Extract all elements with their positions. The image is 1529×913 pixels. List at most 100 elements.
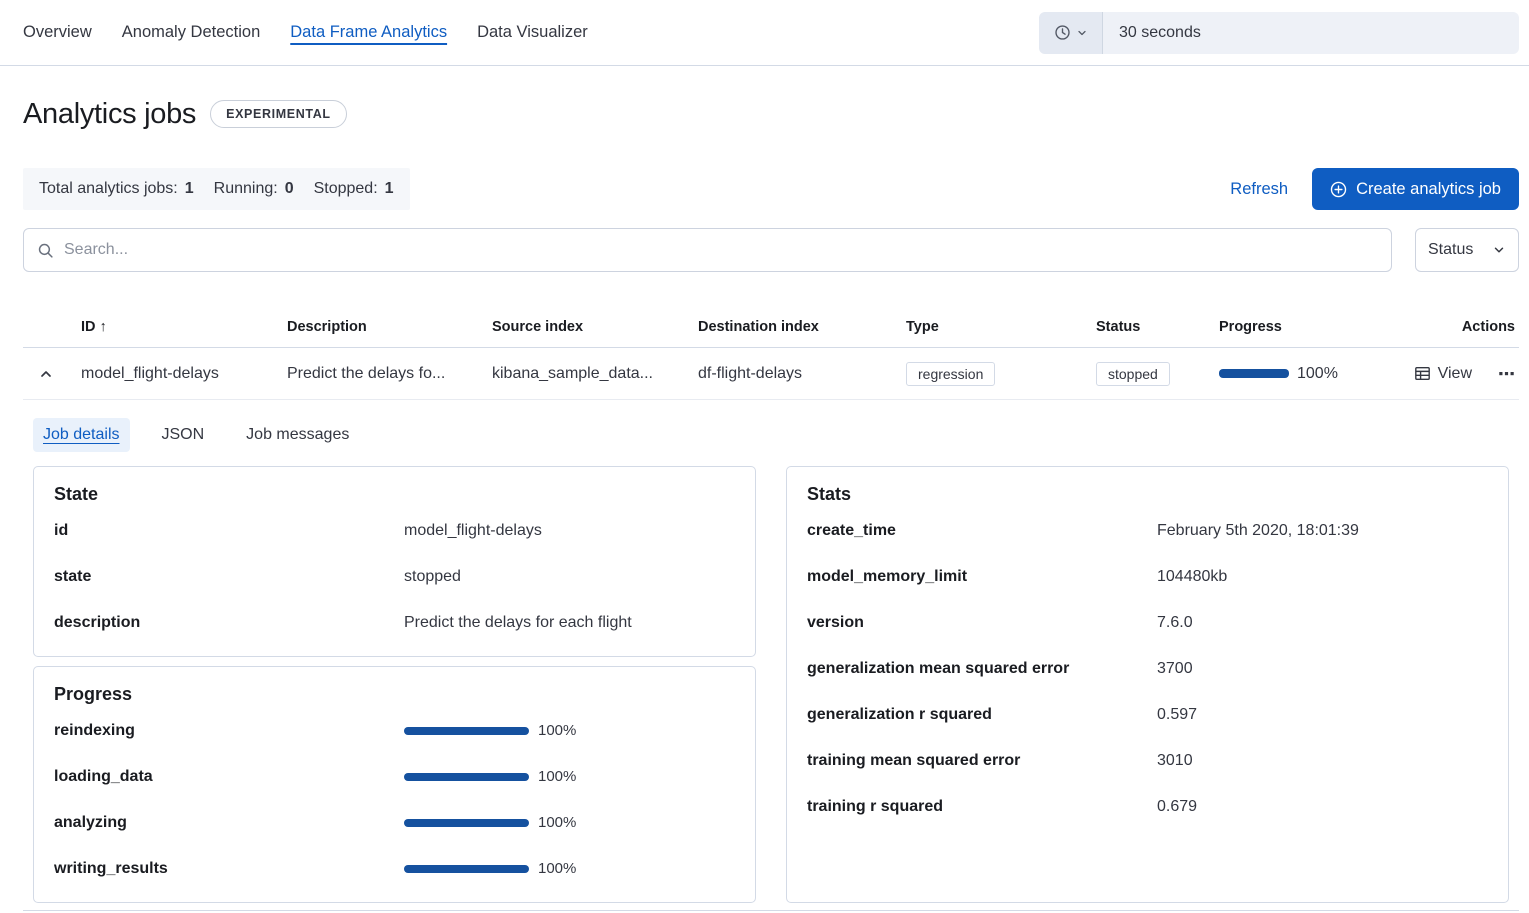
state-id-label: id (54, 519, 404, 543)
state-panel: State id model_flight-delays state stopp… (33, 466, 756, 657)
header-source-index[interactable]: Source index (492, 319, 698, 335)
clock-icon (1054, 24, 1071, 41)
tab-json[interactable]: JSON (152, 418, 215, 452)
table-row: model_flight-delays Predict the delays f… (23, 348, 1519, 400)
running-jobs-label: Running: (214, 180, 278, 198)
chevron-down-icon (1492, 243, 1506, 257)
type-badge: regression (906, 362, 995, 386)
analyzing-label: analyzing (54, 811, 404, 835)
analytics-jobs-table: ID↑ Description Source index Destination… (23, 306, 1519, 400)
generalization-mse-label: generalization mean squared error (807, 657, 1157, 681)
stats-row-create-time: create_time February 5th 2020, 18:01:39 (807, 508, 1488, 554)
tab-anomaly-detection[interactable]: Anomaly Detection (122, 23, 261, 42)
generalization-mse-value: 3700 (1157, 657, 1488, 681)
training-r-squared-label: training r squared (807, 795, 1157, 819)
progress-row-writing-results: writing_results 100% (54, 846, 735, 892)
reindexing-progress-bar (404, 727, 529, 735)
view-label: View (1438, 365, 1472, 383)
status-badge: stopped (1096, 362, 1170, 386)
loading-data-progress-value: 100% (538, 765, 576, 789)
stopped-jobs-label: Stopped: (314, 180, 378, 198)
tab-overview[interactable]: Overview (23, 23, 92, 42)
loading-data-label: loading_data (54, 765, 404, 789)
analyzing-progress-value: 100% (538, 811, 576, 835)
tab-job-messages[interactable]: Job messages (236, 418, 359, 452)
state-row-description: description Predict the delays for each … (54, 600, 735, 646)
generalization-r-squared-value: 0.597 (1157, 703, 1488, 727)
training-mse-label: training mean squared error (807, 749, 1157, 773)
sort-ascending-icon: ↑ (100, 319, 107, 335)
stats-row-training-r-squared: training r squared 0.679 (807, 784, 1488, 830)
total-jobs-stat: Total analytics jobs: 1 (39, 180, 194, 198)
cell-source-index: kibana_sample_data... (492, 365, 698, 383)
state-id-value: model_flight-delays (404, 519, 735, 543)
cell-actions: View (1390, 365, 1519, 383)
model-memory-limit-label: model_memory_limit (807, 565, 1157, 589)
cell-destination-index: df-flight-delays (698, 365, 906, 383)
chevron-up-icon (38, 366, 54, 382)
header-actions: Actions (1390, 319, 1519, 335)
header-destination-index[interactable]: Destination index (698, 319, 906, 335)
filter-row: Status (23, 228, 1519, 272)
page-header: Analytics jobs EXPERIMENTAL (23, 88, 1519, 140)
search-input[interactable] (64, 241, 1378, 259)
refresh-interval-settings-button[interactable] (1039, 12, 1103, 54)
total-jobs-value: 1 (185, 180, 194, 198)
search-box (23, 228, 1392, 272)
stats-row-generalization-r-squared: generalization r squared 0.597 (807, 692, 1488, 738)
header-actions: Refresh Create analytics job (1230, 168, 1519, 210)
all-actions-button[interactable] (1498, 365, 1515, 382)
view-job-button[interactable]: View (1414, 365, 1472, 383)
header-status[interactable]: Status (1096, 319, 1219, 335)
create-analytics-job-button[interactable]: Create analytics job (1312, 168, 1519, 210)
tab-data-frame-analytics[interactable]: Data Frame Analytics (290, 23, 447, 42)
refresh-interval-control: 30 seconds (1039, 12, 1519, 54)
training-mse-value: 3010 (1157, 749, 1488, 773)
writing-results-progress-bar (404, 865, 529, 873)
tab-data-visualizer[interactable]: Data Visualizer (477, 23, 588, 42)
status-filter-label: Status (1428, 241, 1473, 259)
progress-bar (1219, 369, 1289, 378)
refresh-button[interactable]: Refresh (1230, 180, 1288, 199)
header-description[interactable]: Description (287, 319, 492, 335)
progress-row-loading-data: loading_data 100% (54, 754, 735, 800)
stats-row-training-mse: training mean squared error 3010 (807, 738, 1488, 784)
cell-status: stopped (1096, 362, 1219, 386)
collapse-row-button[interactable] (38, 366, 54, 382)
writing-results-label: writing_results (54, 857, 404, 881)
tab-job-details[interactable]: Job details (33, 418, 130, 452)
progress-row-analyzing: analyzing 100% (54, 800, 735, 846)
generalization-r-squared-label: generalization r squared (807, 703, 1157, 727)
state-description-label: description (54, 611, 404, 635)
reindexing-progress-value: 100% (538, 719, 576, 743)
header-progress[interactable]: Progress (1219, 319, 1390, 335)
status-filter-dropdown[interactable]: Status (1415, 228, 1519, 272)
create-time-value: February 5th 2020, 18:01:39 (1157, 519, 1488, 543)
ml-nav-tabs: Overview Anomaly Detection Data Frame An… (23, 23, 588, 42)
search-icon (37, 242, 54, 259)
stopped-jobs-stat: Stopped: 1 (314, 180, 394, 198)
total-jobs-label: Total analytics jobs: (39, 180, 178, 198)
cell-type: regression (906, 362, 1096, 386)
create-analytics-job-label: Create analytics job (1356, 180, 1501, 199)
state-description-value: Predict the delays for each flight (404, 611, 735, 635)
create-time-label: create_time (807, 519, 1157, 543)
header-id[interactable]: ID↑ (81, 319, 287, 335)
stats-panel: Stats create_time February 5th 2020, 18:… (786, 466, 1509, 903)
table-icon (1414, 365, 1431, 382)
training-r-squared-value: 0.679 (1157, 795, 1488, 819)
page-bottom-divider (23, 910, 1519, 911)
ellipsis-icon (1498, 365, 1515, 382)
left-panel-column: State id model_flight-delays state stopp… (33, 466, 756, 903)
progress-panel-title: Progress (54, 684, 735, 705)
jobs-summary-strip: Total analytics jobs: 1 Running: 0 Stopp… (23, 168, 410, 210)
chevron-down-icon (1076, 27, 1088, 39)
header-type[interactable]: Type (906, 319, 1096, 335)
header-id-label: ID (81, 319, 96, 335)
running-jobs-value: 0 (285, 180, 294, 198)
stats-row-model-memory-limit: model_memory_limit 104480kb (807, 554, 1488, 600)
version-value: 7.6.0 (1157, 611, 1488, 635)
cell-description: Predict the delays fo... (287, 365, 492, 383)
state-state-value: stopped (404, 565, 735, 589)
refresh-interval-value[interactable]: 30 seconds (1103, 12, 1519, 54)
